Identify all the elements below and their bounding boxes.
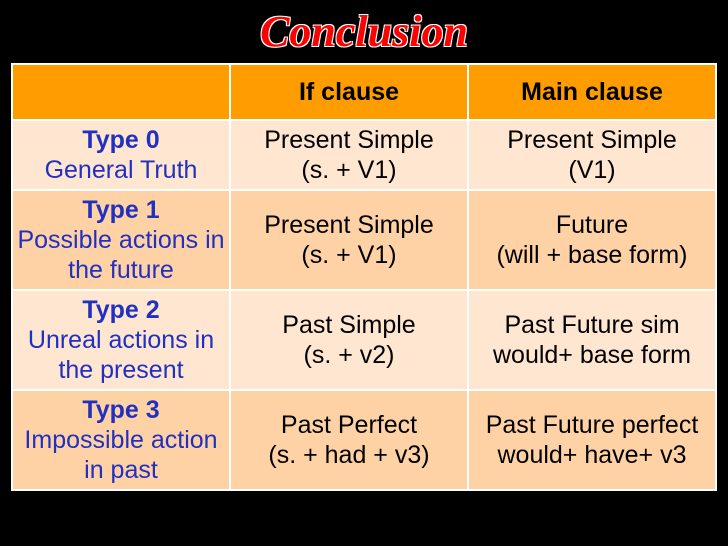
table-header-row: If clause Main clause bbox=[12, 64, 716, 120]
if-clause-cell: Present Simple(s. + V1) bbox=[230, 120, 468, 190]
table-row: Type 1 Possible actions in the future Pr… bbox=[12, 190, 716, 290]
row-type: Type 0 bbox=[15, 125, 227, 155]
table-row: Type 2 Unreal actions in the present Pas… bbox=[12, 290, 716, 390]
if-clause-cell: Present Simple(s. + V1) bbox=[230, 190, 468, 290]
main-clause-cell: Future(will + base form) bbox=[468, 190, 716, 290]
row-label: Type 2 Unreal actions in the present bbox=[12, 290, 230, 390]
row-type: Type 1 bbox=[15, 195, 227, 225]
header-if-clause: If clause bbox=[230, 64, 468, 120]
row-desc: Impossible action in past bbox=[15, 425, 227, 485]
main-clause-cell: Past Future perfectwould+ have+ v3 bbox=[468, 390, 716, 490]
row-desc: Possible actions in the future bbox=[15, 225, 227, 285]
conditionals-table: If clause Main clause Type 0 General Tru… bbox=[11, 63, 717, 491]
header-blank bbox=[12, 64, 230, 120]
row-desc: Unreal actions in the present bbox=[15, 325, 227, 385]
row-type: Type 2 bbox=[15, 295, 227, 325]
row-label: Type 0 General Truth bbox=[12, 120, 230, 190]
main-clause-cell: Past Future simwould+ base form bbox=[468, 290, 716, 390]
if-clause-cell: Past Simple(s. + v2) bbox=[230, 290, 468, 390]
slide-title: Conclusion bbox=[260, 6, 468, 57]
if-clause-cell: Past Perfect(s. + had + v3) bbox=[230, 390, 468, 490]
table-row: Type 0 General Truth Present Simple(s. +… bbox=[12, 120, 716, 190]
row-type: Type 3 bbox=[15, 395, 227, 425]
row-desc: General Truth bbox=[15, 155, 227, 185]
slide: Conclusion If clause Main clause Type 0 … bbox=[0, 0, 728, 546]
row-label: Type 1 Possible actions in the future bbox=[12, 190, 230, 290]
header-main-clause: Main clause bbox=[468, 64, 716, 120]
table-row: Type 3 Impossible action in past Past Pe… bbox=[12, 390, 716, 490]
main-clause-cell: Present Simple(V1) bbox=[468, 120, 716, 190]
row-label: Type 3 Impossible action in past bbox=[12, 390, 230, 490]
